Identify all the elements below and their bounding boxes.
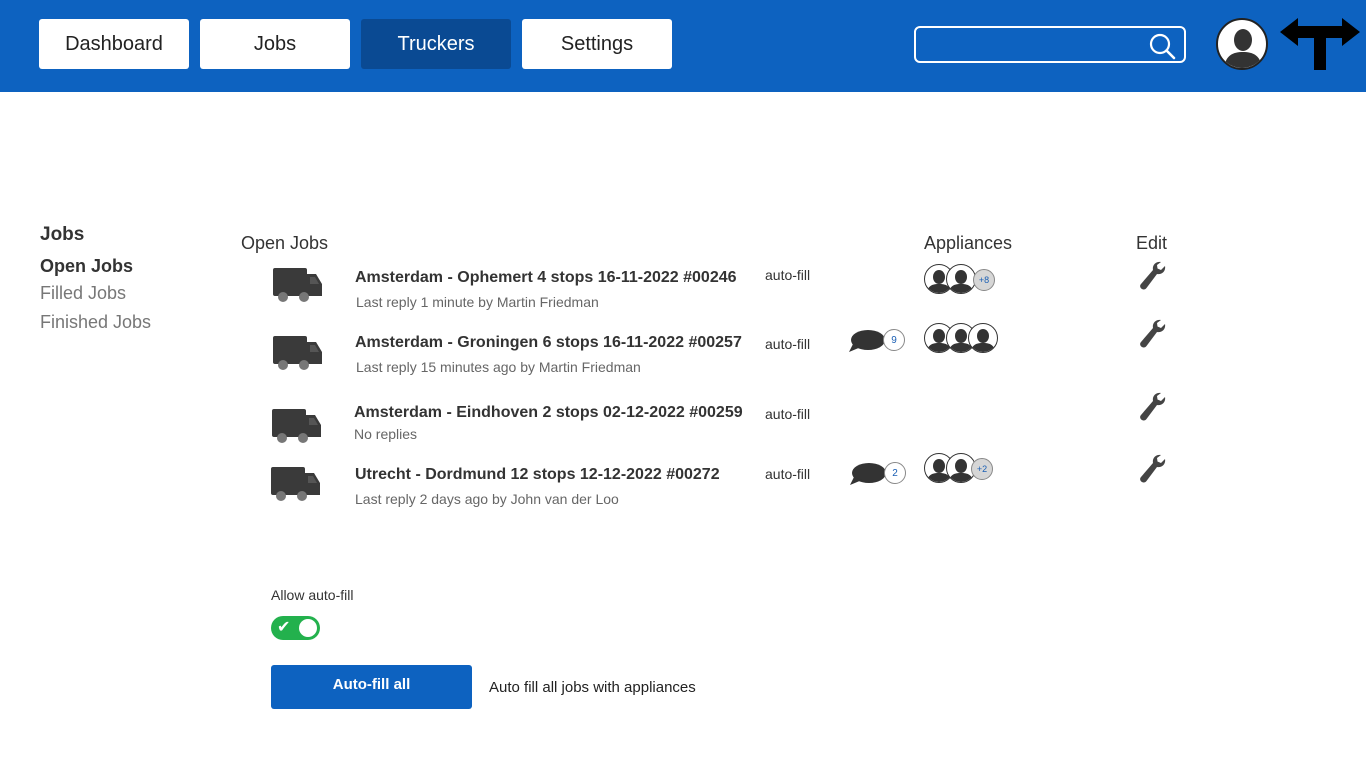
job-title[interactable]: Amsterdam - Groningen 6 stops 16-11-2022… — [355, 334, 742, 352]
truck-icon — [272, 409, 321, 443]
comment-count-badge: 9 — [883, 329, 905, 351]
wrench-edit-icon[interactable] — [1138, 453, 1168, 485]
logo-t-arrows-icon[interactable] — [1280, 18, 1360, 70]
nav-truckers-button[interactable]: Truckers — [361, 19, 511, 69]
job-last-reply: Last reply 15 minutes ago by Martin Frie… — [356, 359, 641, 375]
check-icon: ✔ — [277, 619, 291, 636]
auto-fill-link[interactable]: auto-fill — [765, 267, 810, 283]
appliance-avatars[interactable] — [924, 323, 1014, 355]
speech-bubble-icon — [849, 330, 885, 352]
wrench-edit-icon[interactable] — [1138, 391, 1168, 423]
nav-settings-button[interactable]: Settings — [522, 19, 672, 69]
auto-fill-link[interactable]: auto-fill — [765, 406, 810, 422]
job-last-reply: Last reply 1 minute by Martin Friedman — [356, 294, 599, 310]
edit-heading: Edit — [1136, 233, 1168, 253]
job-last-reply: No replies — [354, 426, 418, 442]
job-title[interactable]: Utrecht - Dordmund 12 stops 12-12-2022 #… — [355, 466, 720, 484]
auto-fill-description: Auto fill all jobs with appliances — [489, 679, 696, 696]
auto-fill-link[interactable]: auto-fill — [765, 336, 810, 352]
comments-button[interactable]: 2 — [848, 459, 906, 489]
auto-fill-all-button[interactable]: Auto-fill all — [271, 665, 472, 709]
truck-icon — [273, 268, 322, 302]
appliance-avatars[interactable]: +2 — [924, 453, 1014, 485]
user-avatar-icon[interactable] — [1216, 18, 1268, 70]
truck-icon — [271, 467, 320, 501]
comments-button[interactable]: 9 — [847, 326, 905, 356]
open-jobs-heading: Open Jobs — [241, 233, 329, 253]
wrench-edit-icon[interactable] — [1138, 260, 1168, 292]
appliance-avatar-icon — [968, 323, 998, 353]
nav-dashboard-button[interactable]: Dashboard — [39, 19, 189, 69]
top-navigation-bar: Dashboard Jobs Truckers Settings — [0, 0, 1366, 92]
appliances-heading: Appliances — [924, 233, 1013, 253]
job-last-reply: Last reply 2 days ago by John van der Lo… — [355, 491, 619, 507]
search-box — [914, 26, 1186, 63]
speech-bubble-icon — [850, 463, 886, 485]
appliance-more-badge: +8 — [973, 269, 995, 291]
wrench-edit-icon[interactable] — [1138, 318, 1168, 350]
allow-auto-fill-label: Allow auto-fill — [271, 587, 354, 603]
appliance-avatars[interactable]: +8 — [924, 264, 1014, 296]
nav-jobs-button[interactable]: Jobs — [200, 19, 350, 69]
allow-auto-fill-toggle[interactable]: ✔ — [271, 616, 320, 640]
job-title[interactable]: Amsterdam - Eindhoven 2 stops 02-12-2022… — [354, 404, 743, 422]
toggle-knob — [299, 619, 317, 637]
truck-icon — [273, 336, 322, 370]
appliance-avatar-icon — [946, 264, 976, 294]
appliance-more-badge: +2 — [971, 458, 993, 480]
search-input[interactable] — [924, 32, 1144, 57]
comment-count-badge: 2 — [884, 462, 906, 484]
auto-fill-link[interactable]: auto-fill — [765, 466, 810, 482]
job-title[interactable]: Amsterdam - Ophemert 4 stops 16-11-2022 … — [355, 269, 737, 287]
search-icon[interactable] — [1148, 32, 1176, 60]
sidebar-item-open-jobs[interactable]: Open Jobs — [40, 256, 133, 277]
sidebar-item-finished-jobs[interactable]: Finished Jobs — [40, 312, 151, 333]
sidebar-title: Jobs — [40, 224, 85, 245]
sidebar-item-filled-jobs[interactable]: Filled Jobs — [40, 283, 126, 304]
